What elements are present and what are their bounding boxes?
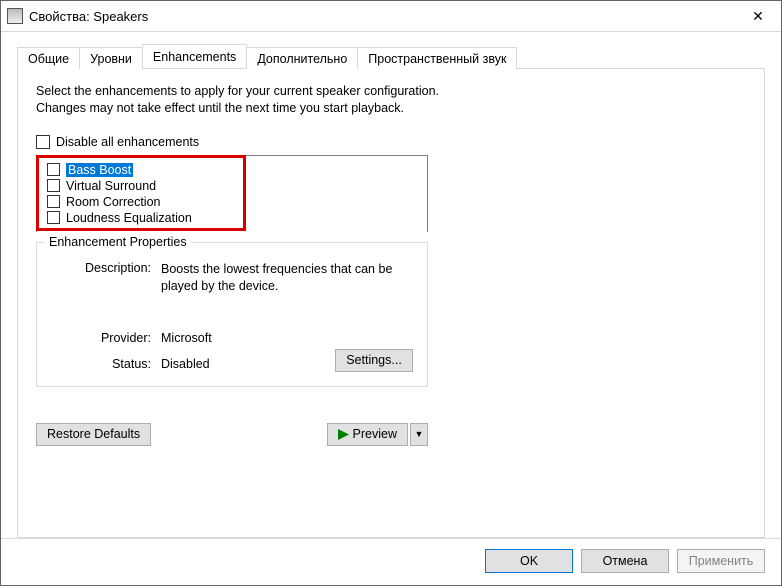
- enhancement-label: Room Correction: [66, 195, 160, 209]
- ok-button[interactable]: OK: [485, 549, 573, 573]
- play-icon: [338, 429, 349, 440]
- window-title: Свойства: Speakers: [29, 9, 735, 24]
- preview-split-button[interactable]: Preview ▼: [327, 423, 428, 446]
- enhancement-checkbox[interactable]: [47, 179, 60, 192]
- cancel-button[interactable]: Отмена: [581, 549, 669, 573]
- audio-device-icon: [7, 8, 23, 24]
- enhancement-room-correction[interactable]: Room Correction: [45, 194, 421, 210]
- status-value: Disabled: [161, 357, 210, 371]
- titlebar: Свойства: Speakers ✕: [1, 1, 781, 32]
- enhancements-list[interactable]: Bass Boost Virtual Surround Room Correct…: [36, 155, 428, 232]
- enhancement-label: Loudness Equalization: [66, 211, 192, 225]
- tab-spatial-sound[interactable]: Пространственный звук: [357, 47, 517, 69]
- client-area: Общие Уровни Enhancements Дополнительно …: [1, 32, 781, 538]
- enhancement-label: Bass Boost: [66, 163, 133, 177]
- tab-advanced[interactable]: Дополнительно: [246, 47, 358, 69]
- tabstrip: Общие Уровни Enhancements Дополнительно …: [17, 44, 765, 68]
- status-label: Status:: [51, 357, 151, 371]
- enhancement-bass-boost[interactable]: Bass Boost: [45, 162, 421, 178]
- properties-dialog: Свойства: Speakers ✕ Общие Уровни Enhanc…: [0, 0, 782, 586]
- restore-defaults-button[interactable]: Restore Defaults: [36, 423, 151, 446]
- tab-enhancements[interactable]: Enhancements: [142, 44, 247, 68]
- provider-label: Provider:: [51, 331, 151, 345]
- enhancement-checkbox[interactable]: [47, 163, 60, 176]
- enhancement-loudness-equalization[interactable]: Loudness Equalization: [45, 210, 421, 226]
- settings-button[interactable]: Settings...: [335, 349, 413, 372]
- preview-label: Preview: [353, 427, 397, 441]
- chevron-down-icon: ▼: [415, 429, 424, 439]
- dialog-footer: OK Отмена Применить: [1, 538, 781, 585]
- preview-dropdown-button[interactable]: ▼: [410, 423, 428, 446]
- disable-all-label: Disable all enhancements: [56, 135, 199, 149]
- preview-button[interactable]: Preview: [327, 423, 408, 446]
- close-icon: ✕: [752, 8, 764, 25]
- enhancement-virtual-surround[interactable]: Virtual Surround: [45, 178, 421, 194]
- prop-description: Description: Boosts the lowest frequenci…: [51, 261, 413, 295]
- apply-button[interactable]: Применить: [677, 549, 765, 573]
- description-label: Description:: [51, 261, 151, 275]
- close-button[interactable]: ✕: [735, 1, 781, 31]
- prop-provider: Provider: Microsoft: [51, 331, 413, 345]
- tab-levels[interactable]: Уровни: [79, 47, 143, 69]
- enhancements-panel: Select the enhancements to apply for you…: [17, 68, 765, 538]
- enhancement-properties-group: Enhancement Properties Description: Boos…: [36, 242, 428, 387]
- panel-bottom-row: Restore Defaults Preview ▼: [36, 423, 428, 446]
- provider-value: Microsoft: [161, 331, 413, 345]
- description-value: Boosts the lowest frequencies that can b…: [161, 261, 413, 295]
- disable-all-input[interactable]: [36, 135, 50, 149]
- enhancement-checkbox[interactable]: [47, 195, 60, 208]
- enhancement-checkbox[interactable]: [47, 211, 60, 224]
- tab-general[interactable]: Общие: [17, 47, 80, 69]
- enhancement-label: Virtual Surround: [66, 179, 156, 193]
- disable-all-enhancements-checkbox[interactable]: Disable all enhancements: [36, 135, 746, 149]
- group-title: Enhancement Properties: [45, 235, 191, 249]
- intro-text: Select the enhancements to apply for you…: [36, 83, 476, 117]
